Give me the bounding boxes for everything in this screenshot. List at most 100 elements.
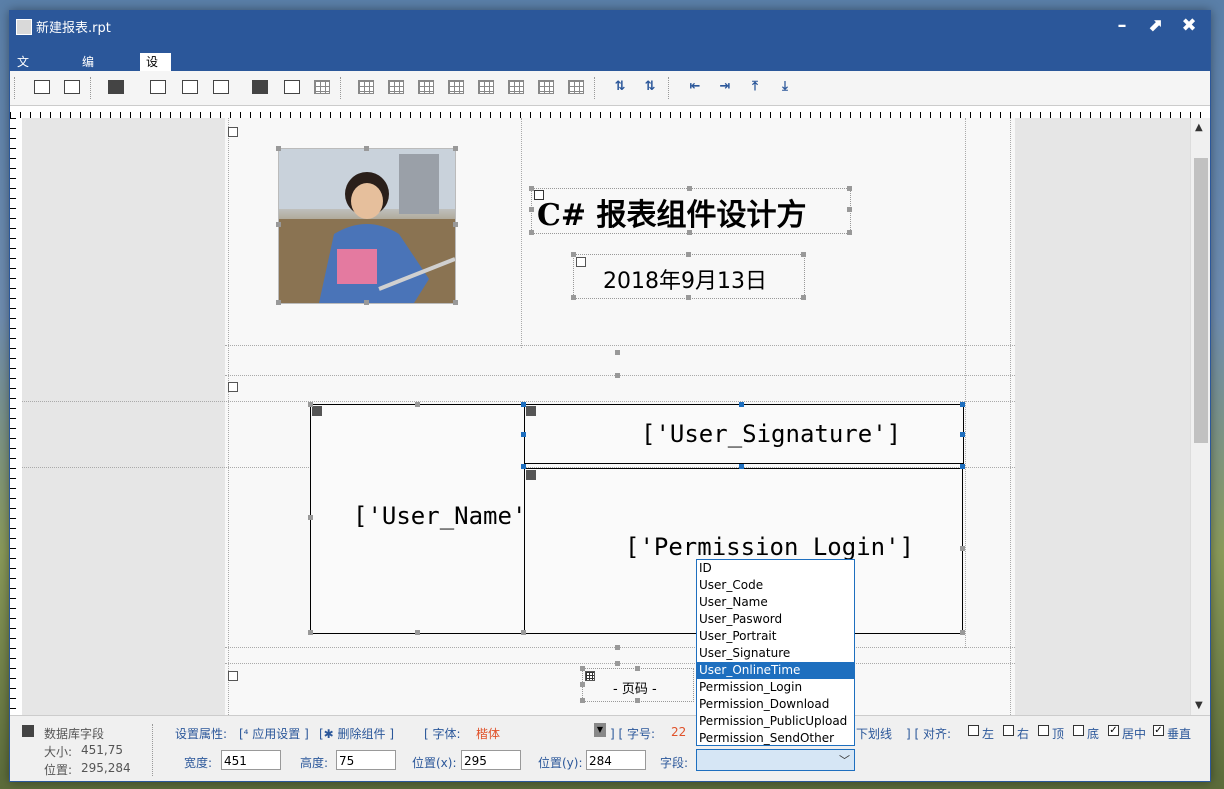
field-tool-icon[interactable] [108, 80, 124, 94]
resize-handle[interactable] [276, 146, 281, 151]
selected-resize-handle[interactable] [960, 432, 965, 437]
label-tool-icon[interactable] [34, 80, 50, 94]
align-top-icon[interactable]: ⤒ [747, 80, 763, 94]
resize-handle[interactable] [529, 186, 534, 191]
database-field-icon[interactable] [252, 80, 268, 94]
resize-handle[interactable] [453, 300, 458, 305]
diagonal-down-icon[interactable] [538, 80, 554, 94]
resize-handle[interactable] [801, 252, 806, 257]
position-x-input[interactable]: 295 [461, 750, 521, 770]
header-section-icon[interactable] [228, 127, 238, 137]
resize-handle[interactable] [415, 630, 420, 635]
apply-settings-button[interactable]: [⁴ 应用设置 ] [239, 725, 309, 742]
resize-handle[interactable] [687, 230, 692, 235]
resize-handle[interactable] [580, 698, 585, 703]
resize-handle[interactable] [801, 295, 806, 300]
resize-handle[interactable] [453, 146, 458, 151]
user-signature-field[interactable]: ['User_Signature'] [641, 420, 901, 448]
border-bottom-icon[interactable] [508, 80, 524, 94]
align-left-icon[interactable]: ⇤ [687, 80, 703, 94]
border-right-icon[interactable] [448, 80, 464, 94]
selected-resize-handle[interactable] [521, 402, 526, 407]
resize-handle[interactable] [686, 252, 691, 257]
scroll-up-arrow-icon[interactable]: ▲ [1195, 122, 1203, 133]
resize-handle[interactable] [686, 295, 691, 300]
close-button[interactable]: ✖ [1174, 15, 1204, 37]
resize-handle[interactable] [276, 222, 281, 227]
resize-handle[interactable] [521, 630, 526, 635]
image-tool-icon[interactable] [182, 80, 198, 94]
resize-handle[interactable] [571, 252, 576, 257]
align-top-checkbox[interactable] [1038, 725, 1049, 736]
selected-resize-handle[interactable] [960, 464, 965, 469]
body-section-icon[interactable] [228, 382, 238, 392]
align-bottom-checkbox[interactable] [1073, 725, 1084, 736]
resize-handle[interactable] [580, 682, 585, 687]
minimize-button[interactable]: – [1107, 15, 1137, 37]
resize-handle[interactable] [308, 515, 313, 520]
resize-handle[interactable] [580, 666, 585, 671]
delete-component-button[interactable]: [✱ 删除组件 ] [319, 725, 394, 742]
diagonal-up-icon[interactable] [568, 80, 584, 94]
selected-resize-handle[interactable] [739, 402, 744, 407]
field-dropdown-list[interactable]: ID User_Code User_Name User_Pasword User… [696, 559, 855, 746]
font-value[interactable]: 楷体 [476, 725, 500, 742]
selected-resize-handle[interactable] [521, 464, 526, 469]
report-title[interactable]: C# 报表组件设计方 [537, 190, 806, 234]
height-input[interactable]: 75 [336, 750, 396, 770]
bring-forward-icon[interactable]: ⇅ [612, 80, 628, 94]
resize-handle[interactable] [453, 222, 458, 227]
maximize-button[interactable]: ⬈ [1140, 15, 1170, 37]
dropdown-option[interactable]: Permission_PublicUpload [697, 713, 854, 730]
dropdown-option[interactable]: Permission_Login [697, 679, 854, 696]
dropdown-option[interactable]: User_Code [697, 577, 854, 594]
font-dropdown-button[interactable]: ▼ [594, 723, 606, 737]
resize-handle[interactable] [960, 546, 965, 551]
position-y-input[interactable]: 284 [586, 750, 646, 770]
vertical-scrollbar[interactable]: ▲ ▼ [1190, 118, 1210, 715]
dropdown-option[interactable]: Permission_Download [697, 696, 854, 713]
resize-handle[interactable] [308, 402, 313, 407]
align-right-icon[interactable]: ⇥ [717, 80, 733, 94]
width-input[interactable]: 451 [221, 750, 281, 770]
menu-edit[interactable]: 编辑(E) [76, 53, 105, 105]
align-left-checkbox[interactable] [968, 725, 979, 736]
border-inner-icon[interactable] [388, 80, 404, 94]
align-vcenter-checkbox[interactable]: ✓ [1153, 725, 1164, 736]
resize-handle[interactable] [635, 698, 640, 703]
menu-design[interactable]: 设计(D) [140, 53, 171, 105]
textbox-tool-icon[interactable] [64, 80, 80, 94]
page-number-icon[interactable] [314, 80, 330, 94]
resize-handle[interactable] [847, 230, 852, 235]
align-bottom-icon[interactable]: ⤓ [777, 80, 793, 94]
resize-handle[interactable] [415, 402, 420, 407]
resize-handle[interactable] [847, 207, 852, 212]
border-all-icon[interactable] [358, 80, 374, 94]
resize-handle[interactable] [847, 186, 852, 191]
footer-section-icon[interactable] [228, 671, 238, 681]
table-tool-icon[interactable] [150, 80, 166, 94]
resize-handle[interactable] [308, 630, 313, 635]
dropdown-option[interactable]: ID [697, 560, 854, 577]
calendar-icon[interactable] [284, 80, 300, 94]
resize-handle[interactable] [635, 666, 640, 671]
resize-handle[interactable] [364, 146, 369, 151]
send-backward-icon[interactable]: ⇅ [642, 80, 658, 94]
section-resize-handle[interactable] [615, 661, 620, 666]
border-left-icon[interactable] [418, 80, 434, 94]
menu-file[interactable]: 文件(F) [11, 53, 39, 105]
dropdown-option[interactable]: Permission_SendOther [697, 730, 854, 747]
font-size-value[interactable]: 22 [671, 725, 686, 739]
section-resize-handle[interactable] [615, 645, 620, 650]
user-name-field[interactable]: ['User_Name' [353, 502, 526, 530]
resize-handle[interactable] [529, 207, 534, 212]
dropdown-option[interactable]: User_Pasword [697, 611, 854, 628]
border-top-icon[interactable] [478, 80, 494, 94]
resize-handle[interactable] [960, 630, 965, 635]
section-resize-handle[interactable] [615, 350, 620, 355]
resize-handle[interactable] [687, 186, 692, 191]
page-number-field[interactable]: - 页码 - [613, 678, 657, 697]
design-canvas[interactable]: C# 报表组件设计方 2018年9月13日 ['User_Name' ['Use… [22, 118, 1190, 715]
report-date[interactable]: 2018年9月13日 [603, 263, 767, 295]
scrollbar-thumb[interactable] [1194, 158, 1208, 443]
